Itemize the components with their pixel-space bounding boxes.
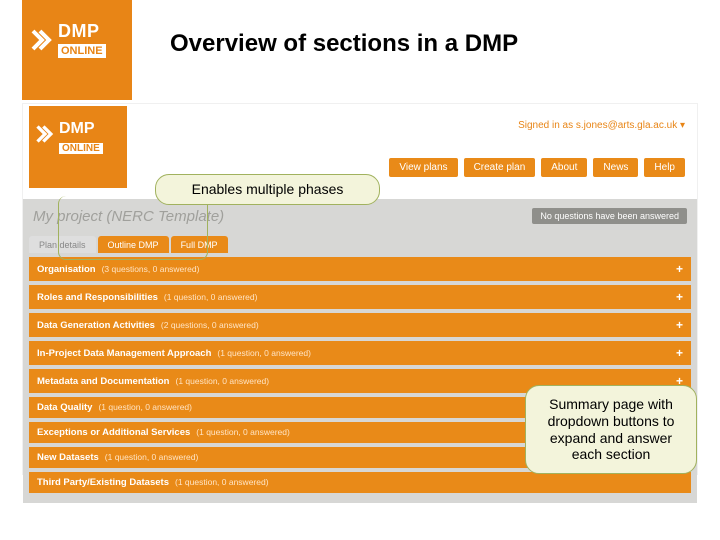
nav-create-plan[interactable]: Create plan <box>464 158 536 177</box>
expand-icon[interactable]: + <box>676 262 683 276</box>
app-logo-bottom: ONLINE <box>59 143 103 154</box>
section-row[interactable]: In-Project Data Management Approach (1 qu… <box>29 341 691 365</box>
section-row[interactable]: Roles and Responsibilities (1 question, 0… <box>29 285 691 309</box>
section-title: Organisation <box>37 264 96 275</box>
section-title: New Datasets <box>37 452 99 463</box>
expand-icon[interactable]: + <box>676 290 683 304</box>
section-meta: (1 question, 0 answered) <box>98 402 192 412</box>
section-title: Third Party/Existing Datasets <box>37 477 169 488</box>
section-row[interactable]: Organisation (3 questions, 0 answered) + <box>29 257 691 281</box>
expand-icon[interactable]: + <box>676 346 683 360</box>
expand-icon[interactable]: + <box>676 318 683 332</box>
callout-connector <box>58 196 208 260</box>
section-title: Exceptions or Additional Services <box>37 427 190 438</box>
callout-phases: Enables multiple phases <box>155 174 380 205</box>
chevron-right-icon <box>35 124 55 144</box>
nav-news[interactable]: News <box>593 158 638 177</box>
section-title: Data Quality <box>37 402 92 413</box>
section-row[interactable]: Data Generation Activities (2 questions, … <box>29 313 691 337</box>
slide-title: Overview of sections in a DMP <box>170 30 518 58</box>
nav-view-plans[interactable]: View plans <box>389 158 457 177</box>
section-title: Roles and Responsibilities <box>37 292 158 303</box>
section-title: In-Project Data Management Approach <box>37 348 211 359</box>
nav-help[interactable]: Help <box>644 158 685 177</box>
section-row[interactable]: Third Party/Existing Datasets (1 question… <box>29 472 691 493</box>
section-meta: (1 question, 0 answered) <box>217 348 311 358</box>
top-nav: View plans Create plan About News Help <box>389 158 685 177</box>
answer-status-badge: No questions have been answered <box>532 208 687 224</box>
app-logo: DMP ONLINE <box>29 106 127 188</box>
section-title: Metadata and Documentation <box>37 376 170 387</box>
slide-logo: DMP ONLINE <box>22 0 132 100</box>
logo-brand-bottom: ONLINE <box>58 44 106 58</box>
section-meta: (1 question, 0 answered) <box>196 427 290 437</box>
signed-in-link[interactable]: Signed in as s.jones@arts.gla.ac.uk ▾ <box>518 120 685 131</box>
section-meta: (2 questions, 0 answered) <box>161 320 259 330</box>
section-title: Data Generation Activities <box>37 320 155 331</box>
app-logo-top: DMP <box>59 120 121 138</box>
section-meta: (1 question, 0 answered) <box>175 477 269 487</box>
callout-summary: Summary page with dropdown buttons to ex… <box>525 385 697 474</box>
section-meta: (1 question, 0 answered) <box>164 292 258 302</box>
section-meta: (3 questions, 0 answered) <box>102 264 200 274</box>
logo-brand-top: DMP <box>58 22 124 42</box>
section-meta: (1 question, 0 answered) <box>105 452 199 462</box>
nav-about[interactable]: About <box>541 158 587 177</box>
section-meta: (1 question, 0 answered) <box>176 376 270 386</box>
chevron-right-icon <box>30 28 54 52</box>
